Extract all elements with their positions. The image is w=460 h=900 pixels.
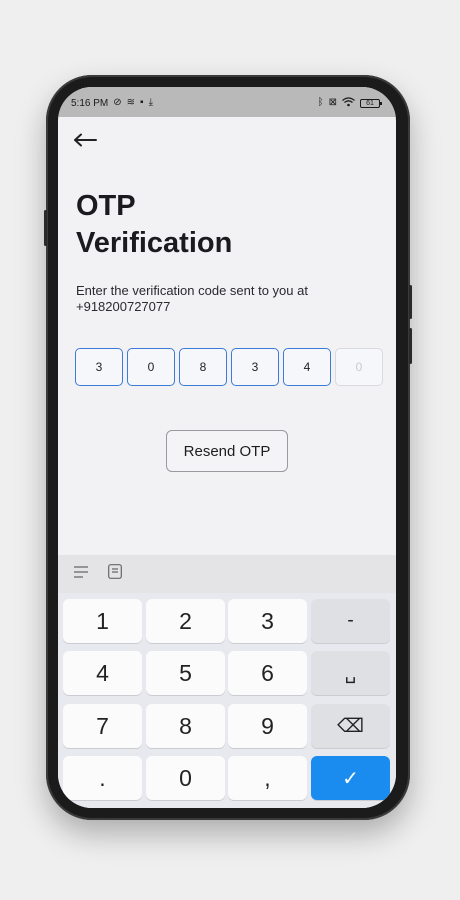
screen: 5:16 PM ⊘ ≋ ▪ ⤓ ᛒ ⊠ 61 OTP Verification … — [58, 87, 396, 808]
phone-number: +918200727077 — [76, 299, 171, 314]
key-3[interactable]: 3 — [228, 599, 307, 643]
battery-icon: 61 — [360, 98, 382, 108]
back-button[interactable] — [70, 127, 100, 153]
key-5[interactable]: 5 — [146, 651, 225, 695]
key-backspace[interactable]: ⌫ — [311, 704, 390, 748]
otp-digit-3[interactable]: 8 — [179, 348, 227, 386]
key-4[interactable]: 4 — [63, 651, 142, 695]
status-time: 5:16 PM — [71, 97, 109, 109]
title-line-1: OTP — [76, 190, 136, 222]
otp-input-group: 3 0 8 3 4 0 — [75, 348, 383, 386]
status-bar: 5:16 PM ⊘ ≋ ▪ ⤓ ᛒ ⊠ 61 — [58, 87, 396, 117]
keyboard-toolbar — [58, 555, 396, 593]
key-2[interactable]: 2 — [146, 599, 225, 643]
menu-icon[interactable] — [74, 565, 88, 583]
key-6[interactable]: 6 — [228, 651, 307, 695]
title-line-2: Verification — [76, 227, 233, 259]
no-sim-icon: ⊠ — [328, 97, 337, 108]
page-title: OTP Verification — [76, 188, 376, 262]
otp-digit-1[interactable]: 3 — [75, 348, 123, 386]
bluetooth-icon: ᛒ — [317, 97, 324, 108]
cast-icon: ≋ — [126, 97, 136, 108]
key-7[interactable]: 7 — [63, 704, 142, 748]
key-minus[interactable]: - — [311, 599, 390, 643]
key-space[interactable]: ␣ — [311, 651, 390, 695]
resend-otp-button[interactable]: Resend OTP — [166, 430, 288, 472]
delete-icon: ▪ — [140, 97, 144, 108]
arrow-left-icon — [74, 133, 97, 147]
battery-level: 61 — [366, 99, 374, 107]
key-1[interactable]: 1 — [63, 599, 142, 643]
otp-digit-4[interactable]: 3 — [231, 348, 279, 386]
side-button-right-1 — [409, 285, 412, 319]
side-button-left — [44, 210, 47, 246]
otp-digit-5[interactable]: 4 — [283, 348, 331, 386]
wifi-icon — [342, 96, 355, 110]
instruction-message: Enter the verification code sent to you … — [76, 283, 308, 298]
key-9[interactable]: 9 — [228, 704, 307, 748]
key-0[interactable]: 0 — [146, 756, 225, 800]
otp-digit-2[interactable]: 0 — [127, 348, 175, 386]
key-comma[interactable]: , — [228, 756, 307, 800]
side-button-right-2 — [409, 328, 412, 364]
instruction-text: Enter the verification code sent to you … — [76, 283, 376, 315]
download-icon: ⤓ — [148, 97, 153, 108]
key-period[interactable]: . — [63, 756, 142, 800]
key-done[interactable]: ✓ — [311, 756, 390, 800]
key-8[interactable]: 8 — [146, 704, 225, 748]
clipboard-icon[interactable] — [108, 564, 122, 584]
numeric-keyboard: 1 2 3 - 4 5 6 ␣ 7 8 9 ⌫ . 0 , ✓ — [58, 593, 396, 808]
do-not-disturb-icon: ⊘ — [113, 97, 122, 108]
otp-digit-6[interactable]: 0 — [335, 348, 383, 386]
